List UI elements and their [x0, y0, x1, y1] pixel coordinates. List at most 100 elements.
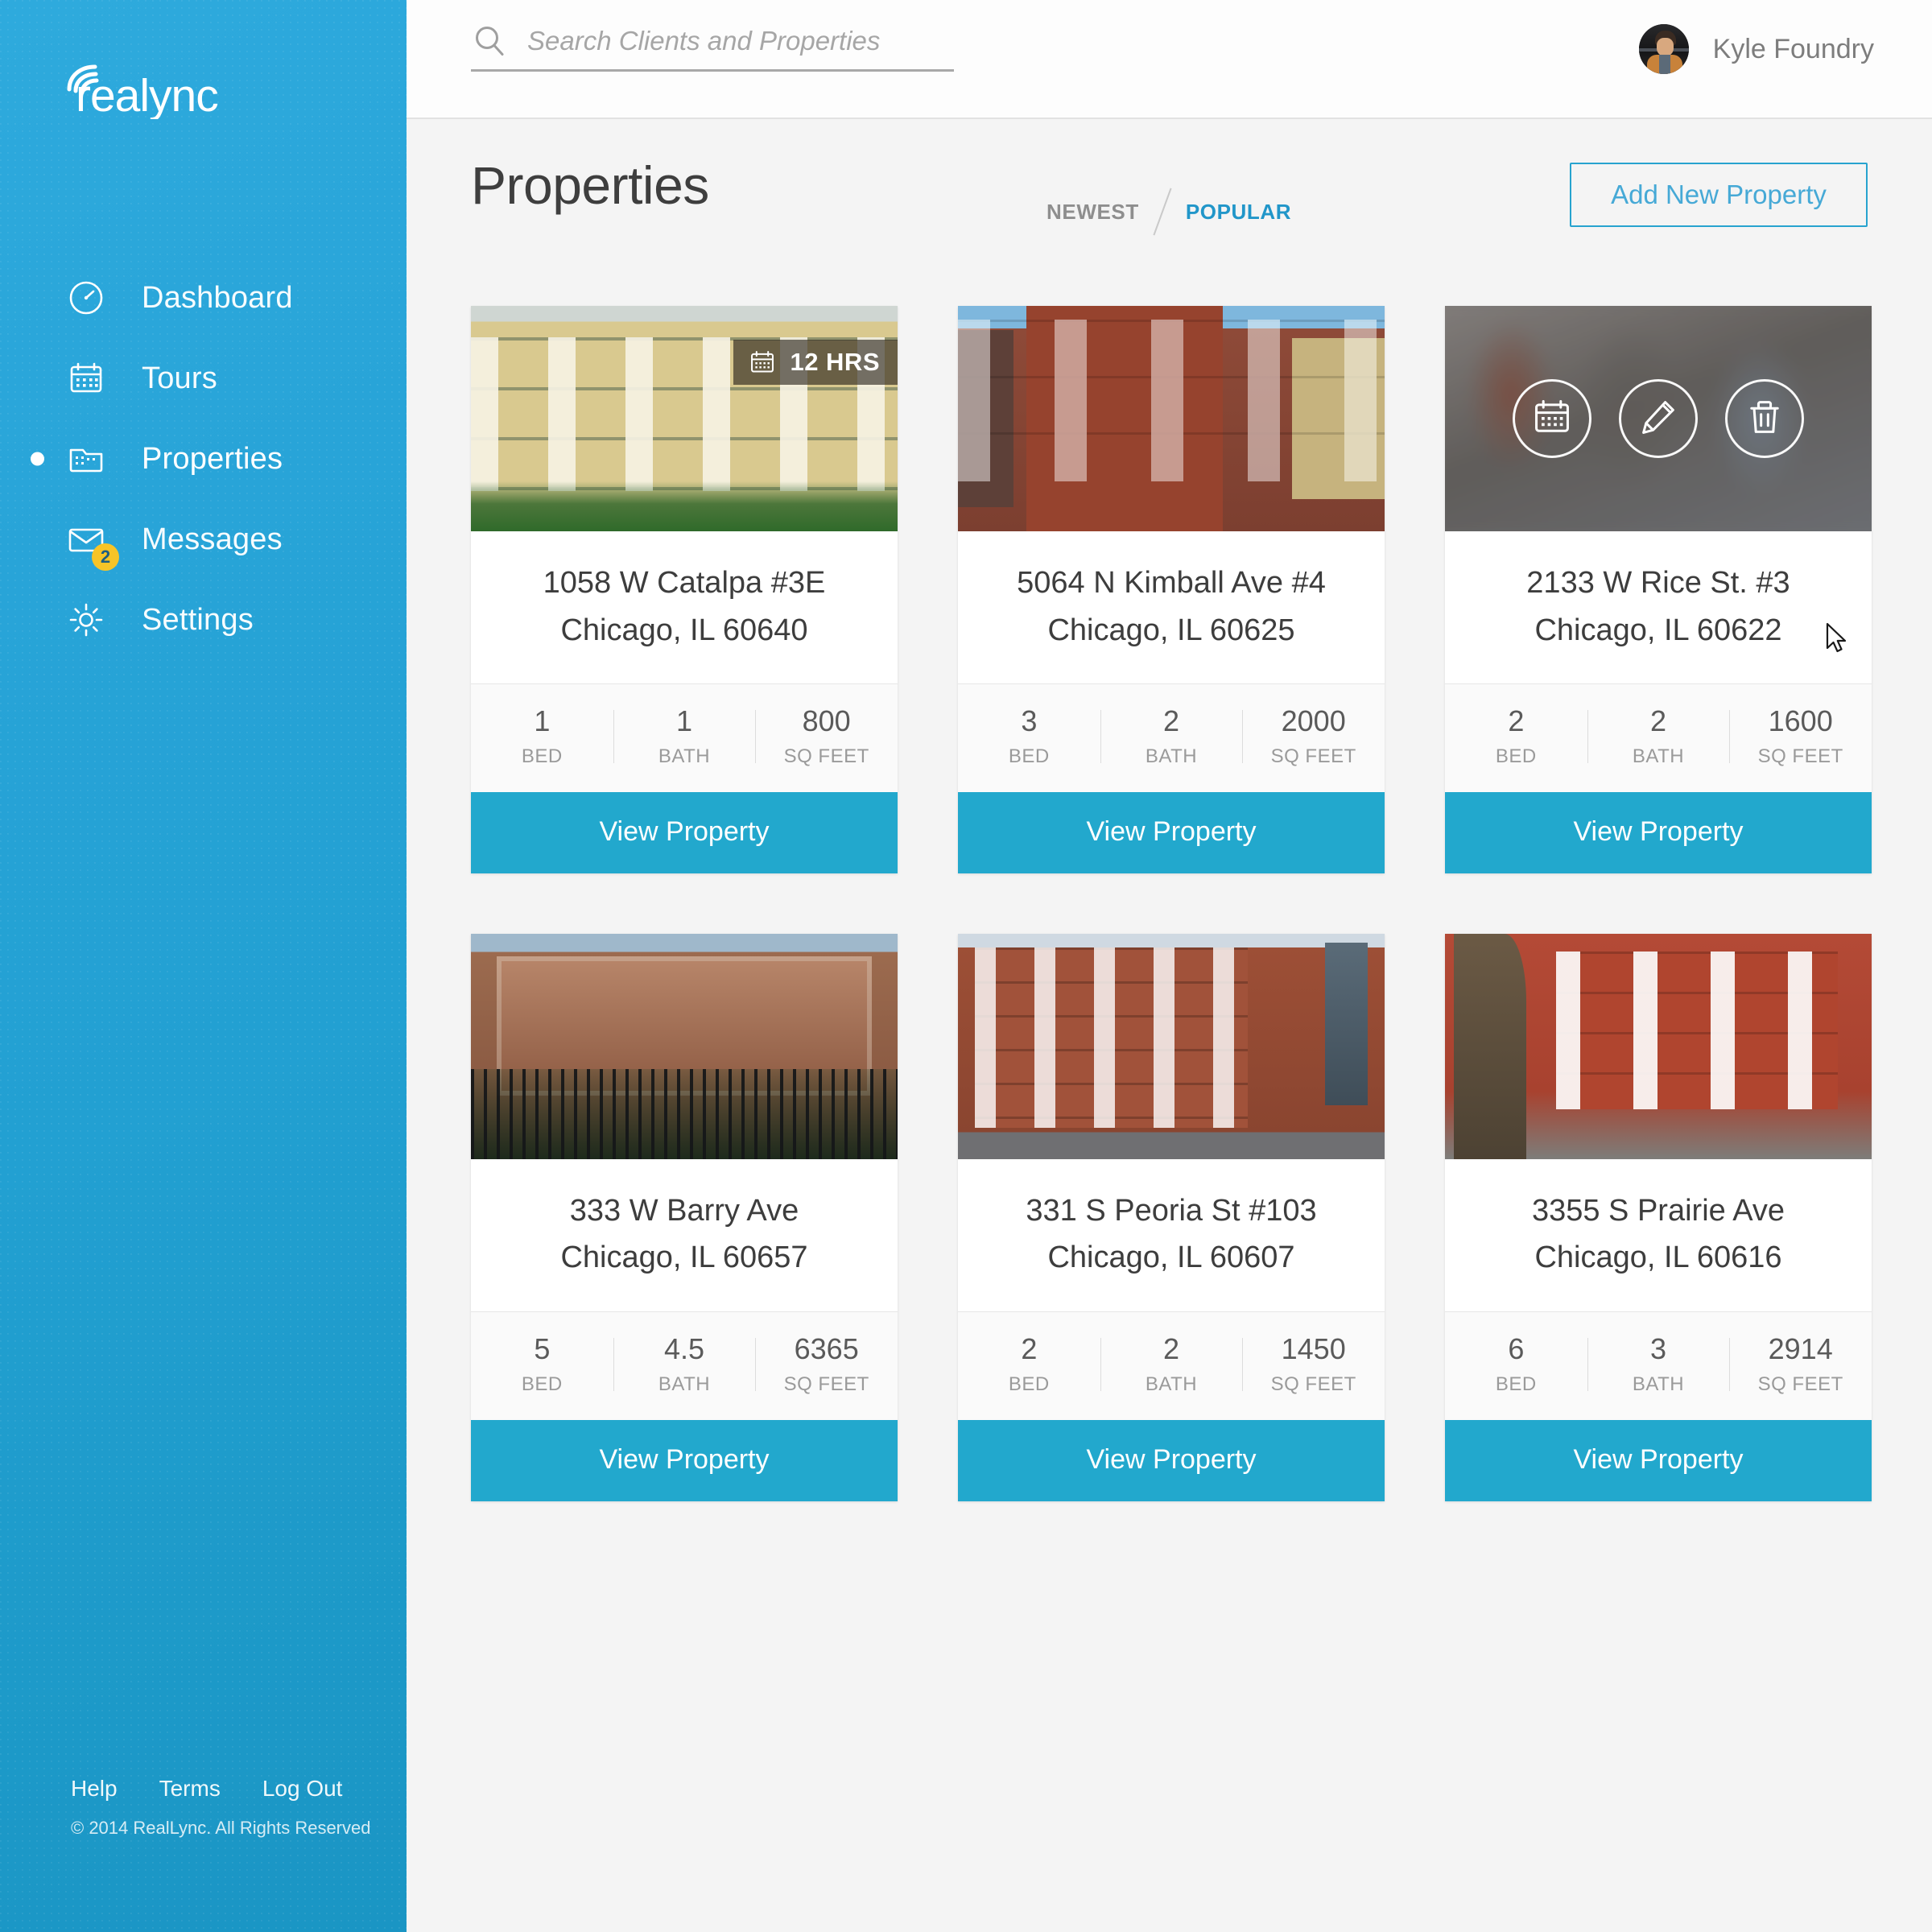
property-street: 3355 S Prairie Ave: [1531, 1193, 1785, 1228]
sqft-value: 800: [802, 704, 851, 738]
bath-value: 3: [1649, 1332, 1667, 1366]
property-city-state-zip: Chicago, IL 60607: [1047, 1241, 1295, 1275]
sidebar-item-dashboard[interactable]: Dashboard: [0, 258, 407, 338]
property-street: 1058 W Catalpa #3E: [543, 566, 826, 600]
property-address-block: 1058 W Catalpa #3E Chicago, IL 60640: [471, 531, 898, 684]
property-address-block: 5064 N Kimball Ave #4 Chicago, IL 60625: [958, 531, 1385, 684]
sidebar-footer: Help Terms Log Out © 2014 RealLync. All …: [71, 1776, 393, 1839]
property-street: 331 S Peoria St #103: [1026, 1193, 1317, 1228]
property-photo-image: [1445, 933, 1872, 1159]
stat-bath: 3 BATH: [1587, 1333, 1730, 1396]
bath-label: BATH: [1145, 745, 1198, 767]
search-bar[interactable]: [471, 23, 954, 72]
property-stats: 3 BED 2 BATH 2000 SQ FEET: [958, 683, 1385, 792]
bath-label: BATH: [1632, 1373, 1685, 1395]
bath-label: BATH: [1145, 1373, 1198, 1395]
speedometer-icon: [64, 276, 108, 320]
property-photo[interactable]: [1445, 933, 1872, 1159]
property-street: 333 W Barry Ave: [569, 1193, 799, 1228]
stat-bath: 2 BATH: [1100, 1333, 1243, 1396]
property-stats: 5 BED 4.5 BATH 6365 SQ FEET: [471, 1311, 898, 1420]
property-card[interactable]: 5064 N Kimball Ave #4 Chicago, IL 60625 3 B…: [958, 306, 1385, 873]
stat-bed: 2 BED: [1445, 705, 1587, 768]
bed-label: BED: [521, 745, 563, 767]
stat-sqft: 1450 SQ FEET: [1242, 1333, 1385, 1396]
property-street: 5064 N Kimball Ave #4: [1017, 566, 1326, 600]
bed-value: 3: [1021, 704, 1038, 738]
calendar-icon: [748, 348, 777, 377]
view-property-button[interactable]: View Property: [958, 1419, 1385, 1501]
edit-property-button[interactable]: [1619, 379, 1698, 458]
help-link[interactable]: Help: [71, 1776, 118, 1802]
time-remaining-badge: 12 HRS: [733, 340, 898, 385]
stat-bath: 4.5 BATH: [613, 1333, 756, 1396]
sidebar-nav: Dashboard Tours Properties 2 Messages Se…: [0, 258, 407, 660]
property-photo[interactable]: [958, 306, 1385, 531]
property-photo[interactable]: 12 HRS: [471, 306, 898, 531]
view-property-button[interactable]: View Property: [471, 1419, 898, 1501]
sidebar-item-tours[interactable]: Tours: [0, 338, 407, 419]
sqft-label: SQ FEET: [1757, 745, 1843, 767]
view-property-button[interactable]: View Property: [1445, 1419, 1872, 1501]
stat-bed: 2 BED: [958, 1333, 1100, 1396]
folder-icon: [64, 437, 108, 481]
footer-links: Help Terms Log Out: [71, 1776, 393, 1802]
property-photo-image: [958, 933, 1385, 1159]
envelope-icon: 2: [64, 518, 119, 571]
bed-label: BED: [1495, 745, 1537, 767]
schedule-tour-button[interactable]: [1513, 379, 1591, 458]
stat-sqft: 2000 SQ FEET: [1242, 705, 1385, 768]
bed-value: 2: [1508, 704, 1525, 738]
property-photo[interactable]: [471, 933, 898, 1159]
messages-badge: 2: [92, 543, 119, 571]
view-property-button[interactable]: View Property: [1445, 791, 1872, 873]
sqft-value: 1450: [1281, 1332, 1346, 1366]
bath-label: BATH: [1632, 745, 1685, 767]
bath-label: BATH: [658, 1373, 711, 1395]
property-card[interactable]: 331 S Peoria St #103 Chicago, IL 60607 2 BE…: [958, 933, 1385, 1501]
bath-label: BATH: [658, 745, 711, 767]
add-new-property-button[interactable]: Add New Property: [1570, 163, 1868, 227]
property-card[interactable]: 333 W Barry Ave Chicago, IL 60657 5 BED 4.5 B…: [471, 933, 898, 1501]
property-card[interactable]: 2133 W Rice St. #3 Chicago, IL 60622 2 BED 2…: [1445, 306, 1872, 873]
property-city-state-zip: Chicago, IL 60657: [560, 1241, 808, 1275]
property-photo[interactable]: [958, 933, 1385, 1159]
sqft-label: SQ FEET: [783, 745, 869, 767]
terms-link[interactable]: Terms: [159, 1776, 221, 1802]
sidebar-item-properties[interactable]: Properties: [0, 419, 407, 499]
bath-value: 2: [1649, 704, 1667, 738]
view-property-button[interactable]: View Property: [471, 791, 898, 873]
log-out-link[interactable]: Log Out: [262, 1776, 343, 1802]
property-address-block: 3355 S Prairie Ave Chicago, IL 60616: [1445, 1158, 1872, 1312]
stat-bath: 2 BATH: [1587, 705, 1730, 768]
sidebar-item-label: Properties: [142, 441, 283, 476]
view-property-button[interactable]: View Property: [958, 791, 1385, 873]
bed-value: 1: [534, 704, 551, 738]
property-address-block: 2133 W Rice St. #3 Chicago, IL 60622: [1445, 531, 1872, 684]
copyright-text: © 2014 RealLync. All Rights Reserved: [71, 1818, 371, 1838]
property-city-state-zip: Chicago, IL 60625: [1047, 613, 1295, 647]
user-name: Kyle Foundry: [1712, 33, 1874, 64]
property-photo-image: [958, 306, 1385, 531]
sort-option-popular[interactable]: POPULAR: [1186, 200, 1291, 225]
bath-value: 4.5: [663, 1332, 705, 1366]
active-indicator-dot: [31, 452, 44, 466]
property-city-state-zip: Chicago, IL 60616: [1534, 1241, 1782, 1275]
search-input[interactable]: [527, 26, 930, 56]
sidebar-item-settings[interactable]: Settings: [0, 580, 407, 660]
user-menu[interactable]: Kyle Foundry: [1638, 24, 1874, 74]
realync-logo[interactable]: realync: [64, 63, 306, 119]
bed-value: 2: [1021, 1332, 1038, 1366]
bath-value: 2: [1162, 1332, 1180, 1366]
calendar-icon: [64, 357, 108, 400]
sidebar-item-label: Settings: [142, 602, 254, 637]
property-card[interactable]: 12 HRS 1058 W Catalpa #3E Chicago, IL 6064…: [471, 306, 898, 873]
property-city-state-zip: Chicago, IL 60640: [560, 613, 808, 647]
delete-property-button[interactable]: [1725, 379, 1804, 458]
sidebar-item-messages[interactable]: 2 Messages: [0, 499, 407, 580]
sort-option-newest[interactable]: NEWEST: [1046, 200, 1139, 225]
property-photo[interactable]: [1445, 306, 1872, 531]
property-card[interactable]: 3355 S Prairie Ave Chicago, IL 60616 6 BED 3…: [1445, 933, 1872, 1501]
sqft-value: 2914: [1768, 1332, 1833, 1366]
sqft-label: SQ FEET: [1270, 1373, 1356, 1395]
